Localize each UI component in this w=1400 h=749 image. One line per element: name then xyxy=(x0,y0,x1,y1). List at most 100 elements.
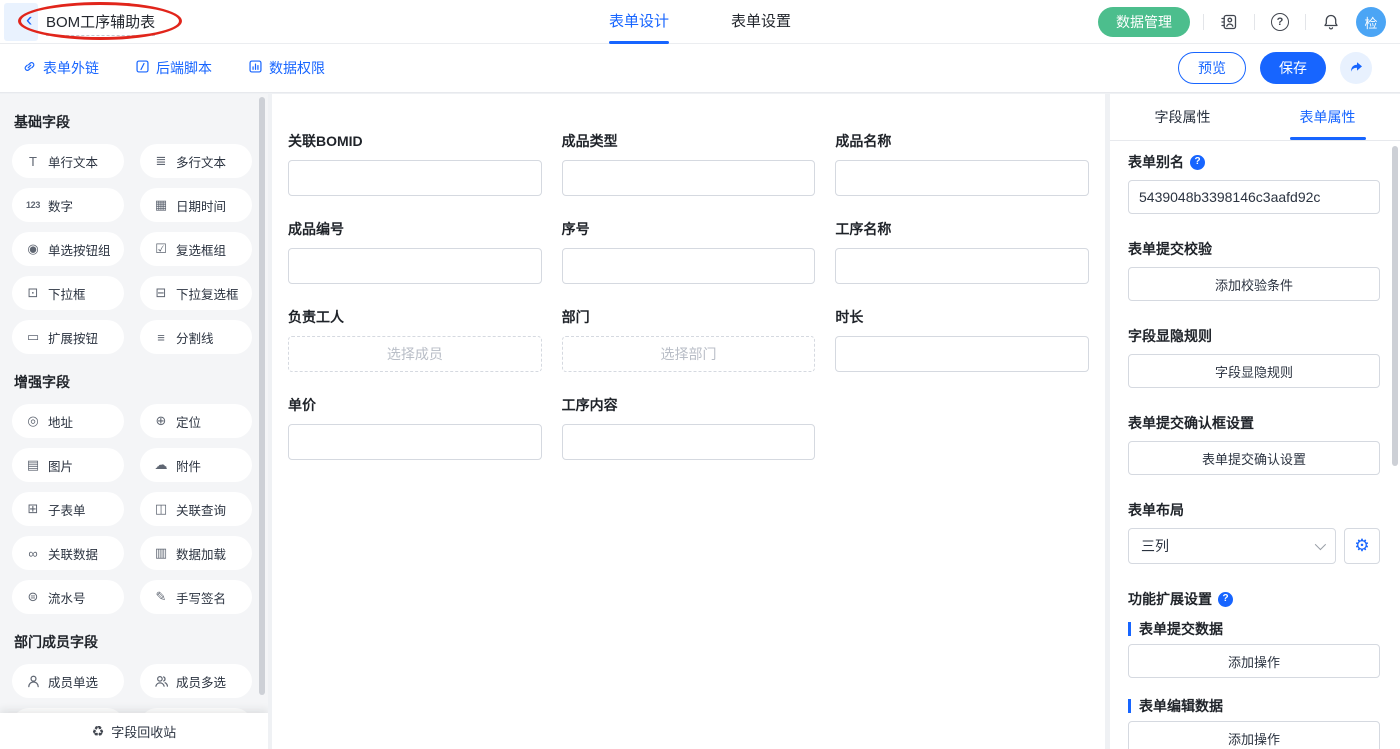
field-item-data-load[interactable]: ▥ 数据加载 xyxy=(140,536,252,570)
field-item-dropdown[interactable]: ⊡ 下拉框 xyxy=(12,276,124,310)
divider xyxy=(1305,14,1306,30)
form-alias-input[interactable]: 5439048b3398146c3aafd92c xyxy=(1128,180,1380,214)
extension-help-icon[interactable]: ? xyxy=(1218,592,1233,607)
backend-script-action[interactable]: 后端脚本 xyxy=(135,58,212,78)
form-toolbar: 表单外链 后端脚本 数据权限 xyxy=(0,44,1400,93)
form-alias-label: 表单别名 ? xyxy=(1128,152,1380,172)
form-field-product-type[interactable]: 成品类型 xyxy=(562,131,816,196)
data-manage-button[interactable]: 数据管理 xyxy=(1098,7,1190,37)
field-item-label: 单选按钮组 xyxy=(48,240,111,259)
field-item-multi-dropdown[interactable]: ⊟ 下拉复选框 xyxy=(140,276,252,310)
contacts-icon[interactable] xyxy=(1217,10,1241,34)
external-link-action[interactable]: 表单外链 xyxy=(22,58,99,78)
text-input[interactable] xyxy=(562,160,816,196)
form-field-unit-price[interactable]: 单价 xyxy=(288,395,542,460)
tab-form-properties[interactable]: 表单属性 xyxy=(1255,94,1400,140)
submit-confirm-button[interactable]: 表单提交确认设置 xyxy=(1128,441,1380,475)
field-item-attachment[interactable]: ☁ 附件 xyxy=(140,448,252,482)
field-label: 工序名称 xyxy=(835,219,1089,239)
notification-bell-icon[interactable] xyxy=(1319,10,1343,34)
field-item-linked-query[interactable]: ◫ 关联查询 xyxy=(140,492,252,526)
field-item-subform[interactable]: ⊞ 子表单 xyxy=(12,492,124,526)
text-input[interactable] xyxy=(288,160,542,196)
field-label: 成品编号 xyxy=(288,219,542,239)
tab-form-settings[interactable]: 表单设置 xyxy=(731,0,791,44)
text-input[interactable] xyxy=(288,424,542,460)
text-input[interactable] xyxy=(835,160,1089,196)
form-field-sequence[interactable]: 序号 xyxy=(562,219,816,284)
field-item-address[interactable]: ◎ 地址 xyxy=(12,404,124,438)
form-field-worker[interactable]: 负责工人 选择成员 xyxy=(288,307,542,372)
field-item-label: 附件 xyxy=(176,456,201,475)
field-item-divider[interactable]: ≡ 分割线 xyxy=(140,320,252,354)
cloud-upload-icon: ☁ xyxy=(153,457,169,473)
field-item-linked-data[interactable]: ∞ 关联数据 xyxy=(12,536,124,570)
people-icon xyxy=(153,674,169,689)
field-item-single-line-text[interactable]: T 单行文本 xyxy=(12,144,124,178)
field-item-datetime[interactable]: ▦ 日期时间 xyxy=(140,188,252,222)
alias-help-icon[interactable]: ? xyxy=(1190,155,1205,170)
chevron-down-icon xyxy=(1315,539,1326,550)
field-item-extend-button[interactable]: ▭ 扩展按钮 xyxy=(12,320,124,354)
pill-button-icon: ▭ xyxy=(25,329,41,345)
field-item-signature[interactable]: ✎ 手写签名 xyxy=(140,580,252,614)
text-input[interactable] xyxy=(835,336,1089,372)
help-icon[interactable]: ? xyxy=(1268,10,1292,34)
field-label: 单价 xyxy=(288,395,542,415)
form-field-department[interactable]: 部门 选择部门 xyxy=(562,307,816,372)
field-library-sidebar: 基础字段 T 单行文本 ≣ 多行文本 123 数字 ▦ 日期时间 xyxy=(0,94,268,749)
layout-settings-button[interactable]: ⚙ xyxy=(1344,528,1380,564)
user-avatar[interactable]: 检 xyxy=(1356,7,1386,37)
text-input[interactable] xyxy=(562,248,816,284)
member-picker[interactable]: 选择成员 xyxy=(288,336,542,372)
field-item-checkbox-group[interactable]: ☑ 复选框组 xyxy=(140,232,252,266)
field-item-label: 子表单 xyxy=(48,500,86,519)
section-title-basic-fields: 基础字段 xyxy=(14,112,268,132)
field-item-location[interactable]: ⊕ 定位 xyxy=(140,404,252,438)
submit-data-add-action-button[interactable]: 添加操作 xyxy=(1128,644,1380,678)
field-label: 工序内容 xyxy=(562,395,816,415)
share-button[interactable] xyxy=(1340,52,1372,84)
multi-dropdown-icon: ⊟ xyxy=(153,285,169,301)
field-recycle-bin[interactable]: ♻ 字段回收站 xyxy=(0,713,268,749)
add-check-condition-button[interactable]: 添加校验条件 xyxy=(1128,267,1380,301)
visibility-rules-section: 字段显隐规则 字段显隐规则 xyxy=(1128,326,1380,388)
field-item-member-single[interactable]: 成员单选 xyxy=(12,664,124,698)
form-field-product-name[interactable]: 成品名称 xyxy=(835,131,1089,196)
layout-select[interactable]: 三列 xyxy=(1128,528,1336,564)
preview-button[interactable]: 预览 xyxy=(1178,52,1246,84)
sidebar-scrollbar[interactable] xyxy=(259,97,265,695)
form-field-product-code[interactable]: 成品编号 xyxy=(288,219,542,284)
save-button[interactable]: 保存 xyxy=(1260,52,1326,84)
map-pin-icon: ◎ xyxy=(25,413,41,429)
form-field-duration[interactable]: 时长 xyxy=(835,307,1089,372)
content-area: 基础字段 T 单行文本 ≣ 多行文本 123 数字 ▦ 日期时间 xyxy=(0,94,1400,749)
toolbar-links: 表单外链 后端脚本 数据权限 xyxy=(0,58,325,78)
panel-scrollbar[interactable] xyxy=(1392,146,1398,466)
tab-field-properties[interactable]: 字段属性 xyxy=(1110,94,1255,140)
form-layout-label: 表单布局 xyxy=(1128,500,1380,520)
field-item-multi-line-text[interactable]: ≣ 多行文本 xyxy=(140,144,252,178)
form-field-process-content[interactable]: 工序内容 xyxy=(562,395,816,460)
toolbar-link-label: 后端脚本 xyxy=(156,58,212,78)
checkbox-icon: ☑ xyxy=(153,241,169,257)
field-item-image[interactable]: ▤ 图片 xyxy=(12,448,124,482)
text-input[interactable] xyxy=(835,248,1089,284)
data-permission-action[interactable]: 数据权限 xyxy=(248,58,325,78)
app-header: ‹ BOM工序辅助表 表单设计 表单设置 数据管理 ? xyxy=(0,0,1400,44)
field-item-serial-number[interactable]: ⊜ 流水号 xyxy=(12,580,124,614)
tab-form-design[interactable]: 表单设计 xyxy=(609,0,669,44)
field-item-member-multi[interactable]: 成员多选 xyxy=(140,664,252,698)
field-label: 关联BOMID xyxy=(288,131,542,151)
text-input[interactable] xyxy=(562,424,816,460)
toolbar-link-label: 数据权限 xyxy=(269,58,325,78)
field-item-number[interactable]: 123 数字 xyxy=(12,188,124,222)
visibility-rules-button[interactable]: 字段显隐规则 xyxy=(1128,354,1380,388)
text-input[interactable] xyxy=(288,248,542,284)
field-item-radio-group[interactable]: ◉ 单选按钮组 xyxy=(12,232,124,266)
form-field-process-name[interactable]: 工序名称 xyxy=(835,219,1089,284)
section-title-member-fields: 部门成员字段 xyxy=(14,632,268,652)
department-picker[interactable]: 选择部门 xyxy=(562,336,816,372)
edit-data-add-action-button[interactable]: 添加操作 xyxy=(1128,721,1380,749)
form-field-bomid[interactable]: 关联BOMID xyxy=(288,131,542,196)
